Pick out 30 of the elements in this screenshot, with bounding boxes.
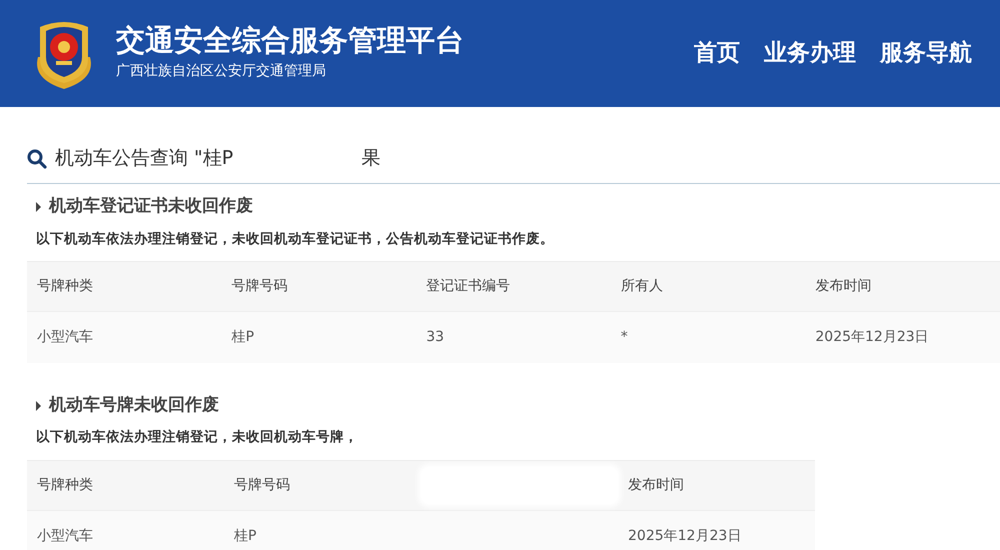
table-cell-text: 2025年12月23日 [814, 328, 930, 347]
table-cell-text: * [620, 328, 629, 347]
site-subtitle: 广西壮族自治区公安厅交通管理局 [116, 62, 327, 81]
section-description: 以下机动车依法办理注销登记，未收回机动车登记证书，公告机动车登记证书作废。 [35, 230, 555, 248]
table-cell-text: 小型汽车 [36, 328, 94, 347]
column-header: 所有人 [620, 276, 664, 296]
search-title: 机动车公告查询 "桂P [55, 146, 234, 172]
section-heading: 机动车登记证书未收回作废 [49, 195, 253, 218]
column-header: 登记证书编号 [425, 276, 512, 296]
table-cell-text: 小型汽车 [36, 526, 94, 546]
nav-link[interactable]: 首页 [694, 36, 740, 71]
caret-icon [36, 202, 41, 212]
nav-link[interactable]: 业务办理 [764, 36, 856, 71]
table-cell-text: 桂P [230, 328, 256, 347]
site-title: 交通安全综合服务管理平台 [116, 25, 464, 57]
section-heading: 机动车号牌未收回作废 [49, 394, 219, 417]
column-header: 发布时间 [814, 276, 872, 296]
nav-link[interactable]: 服务导航 [880, 36, 972, 71]
table-cell-text: 桂P [233, 526, 258, 546]
search-icon [27, 148, 47, 168]
caret-icon [36, 400, 41, 410]
column-header: 号牌号码 [233, 476, 291, 494]
table-cell-text: 2025年12月23日 [627, 526, 742, 546]
column-header: 号牌种类 [36, 476, 94, 494]
section-description: 以下机动车依法办理注销登记，未收回机动车号牌， [35, 428, 359, 448]
column-header: 号牌种类 [36, 276, 94, 296]
table-cell-text: 33 [425, 328, 446, 347]
column-header: 号牌号码 [230, 276, 289, 296]
search-title: 果 [361, 146, 380, 172]
column-header: 发布时间 [627, 476, 685, 494]
